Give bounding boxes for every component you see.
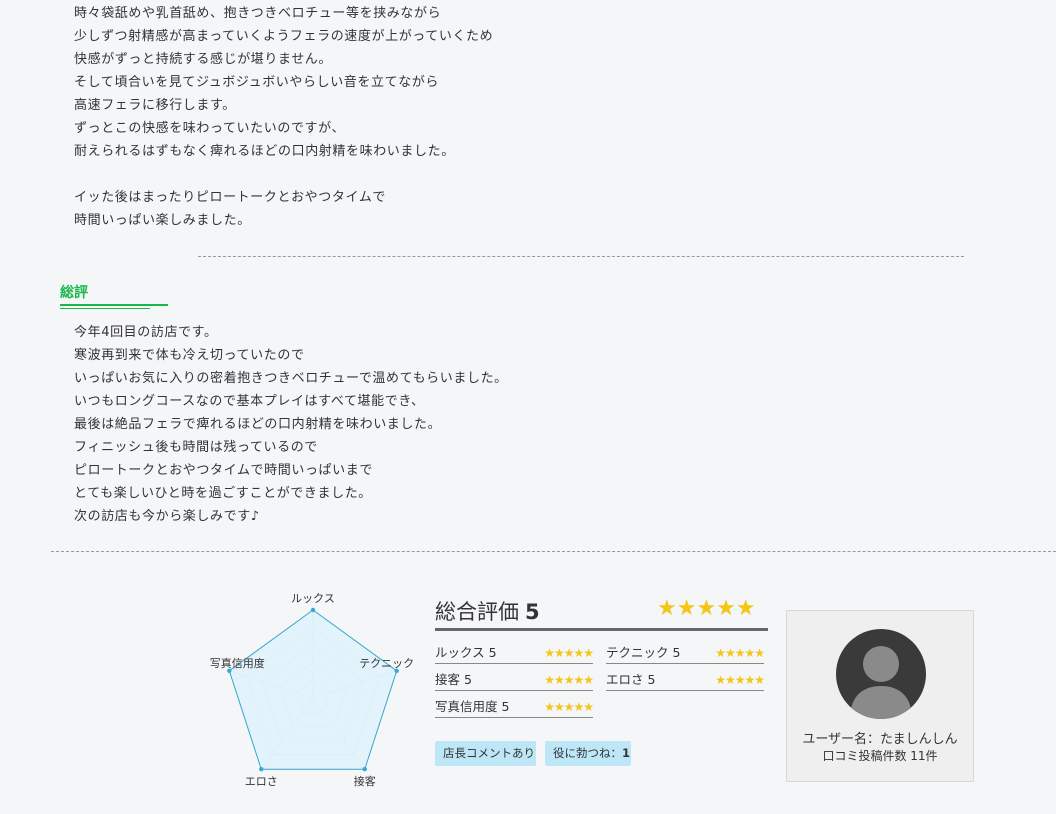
rating-photo-trust-stars: ★★★★★ (544, 700, 594, 714)
review-line: そして頃合いを見てジュボジュボいやらしい音を立てながら (74, 75, 439, 90)
radar-label-service: 接客 (354, 774, 376, 788)
summary-body: 今年4回目の訪店です。 寒波再到来で体も冷え切っていたので いっぱいお気に入りの… (74, 321, 508, 528)
summary-line: とても楽しいひと時を過ごすことができました。 (74, 486, 372, 501)
overall-underline (435, 628, 768, 631)
radar-point (259, 766, 264, 772)
overall-rating-value: 5 (525, 600, 540, 624)
summary-line: いっぱいお気に入りの密着抱きつきベロチューで温めてもらいました。 (74, 371, 508, 386)
review-line: 時々袋舐めや乳首舐め、抱きつきベロチュー等を挟みながら (74, 6, 442, 21)
overall-rating: 総合評価 5 (435, 596, 540, 626)
avatar-icon (836, 629, 926, 719)
summary-line: 次の訪店も今から楽しみです♪ (74, 509, 260, 524)
helpful-count: 1 (622, 746, 631, 760)
radar-chart: ルックス テクニック 接客 エロさ 写真信用度 (210, 592, 414, 788)
review-line: 快感がずっと持続する感じが堪りません。 (74, 52, 333, 67)
review-line: イッた後はまったりピロートークとおやつタイムで (74, 190, 387, 205)
summary-line: 寒波再到来で体も冷え切っていたので (74, 348, 305, 363)
overall-rating-label: 総合評価 (435, 600, 519, 624)
radar-label-erotic: エロさ (245, 775, 278, 788)
user-name: ユーザー名：たましんしん (802, 732, 958, 747)
rating-photo-trust-label: 写真信用度 5 (435, 699, 510, 714)
summary-heading: 総評 (60, 285, 88, 301)
review-body: 時々袋舐めや乳首舐め、抱きつきベロチュー等を挟みながら 少しずつ射精感が高まって… (74, 2, 493, 232)
review-line: 耐えられるはずもなく痺れるほどの口内射精を味わいました。 (74, 144, 455, 159)
rating-erotic-stars: ★★★★★ (715, 673, 765, 687)
rating-service: 接客 5 ★★★★★ (435, 668, 594, 691)
section-divider (51, 551, 1056, 552)
rating-erotic: エロさ 5 ★★★★★ (606, 668, 765, 691)
summary-line: 今年4回目の訪店です。 (74, 325, 218, 340)
helpful-button[interactable]: 役に勃つね：1 (545, 741, 631, 766)
summary-line: フィニッシュ後も時間は残っているので (74, 440, 318, 455)
review-line-blank (74, 163, 493, 186)
heading-underline (60, 304, 168, 306)
helpful-label: 役に勃つね： (553, 746, 622, 760)
radar-label-photo-trust: 写真信用度 (210, 656, 265, 670)
review-line: 少しずつ射精感が高まっていくようフェラの速度が上がっていくため (74, 29, 494, 44)
user-post-count: 口コミ投稿件数 11件 (822, 749, 938, 763)
rating-technique: テクニック 5 ★★★★★ (606, 641, 765, 664)
radar-label-technique: テクニック (359, 657, 414, 670)
radar-area (228, 609, 398, 770)
heading-underline-thin (60, 308, 150, 309)
summary-line: いつもロングコースなので基本プレイはすべて堪能でき、 (74, 394, 425, 409)
review-line: ずっとこの快感を味わっていたいのですが、 (74, 121, 346, 136)
rating-technique-label: テクニック 5 (606, 645, 681, 660)
rating-service-label: 接客 5 (435, 672, 472, 687)
rating-looks: ルックス 5 ★★★★★ (435, 641, 594, 664)
radar-point (310, 607, 316, 613)
user-card[interactable]: ユーザー名：たましんしん 口コミ投稿件数 11件 (786, 610, 974, 782)
review-line: 高速フェラに移行します。 (74, 98, 236, 113)
shop-comment-badge[interactable]: 店長コメントあり (435, 741, 536, 766)
rating-technique-stars: ★★★★★ (715, 646, 765, 660)
rating-service-stars: ★★★★★ (544, 673, 594, 687)
radar-point (362, 766, 367, 772)
section-divider (198, 256, 964, 257)
rating-looks-stars: ★★★★★ (544, 646, 594, 660)
radar-label-looks: ルックス (291, 592, 335, 605)
summary-line: ピロートークとおやつタイムで時間いっぱいまで (74, 463, 373, 478)
summary-line: 最後は絶品フェラで痺れるほどの口内射精を味わいました。 (74, 417, 442, 432)
rating-looks-label: ルックス 5 (435, 645, 497, 660)
rating-erotic-label: エロさ 5 (606, 672, 656, 687)
rating-photo-trust: 写真信用度 5 ★★★★★ (435, 695, 594, 718)
review-line: 時間いっぱい楽しみました。 (74, 213, 251, 228)
overall-stars: ★★★★★ (657, 596, 756, 621)
